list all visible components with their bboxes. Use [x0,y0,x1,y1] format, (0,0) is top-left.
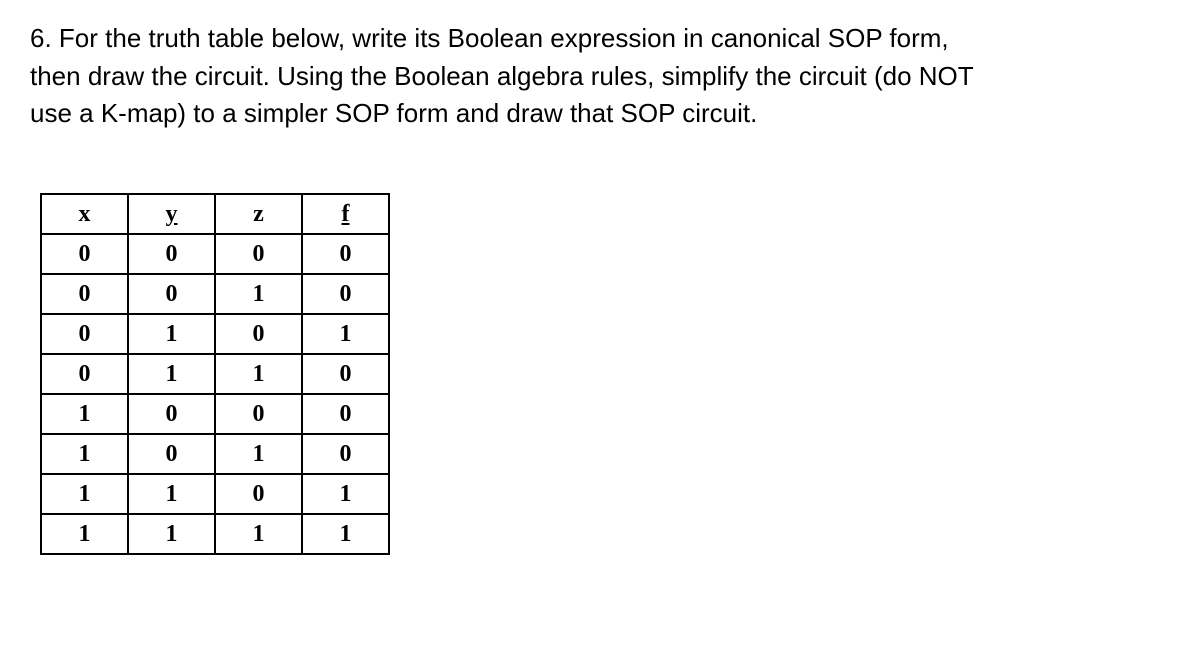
table-row: 1 1 0 1 [41,474,389,514]
cell: 0 [128,394,215,434]
cell: 1 [215,434,302,474]
cell: 1 [41,474,128,514]
cell: 0 [128,234,215,274]
cell: 0 [41,354,128,394]
cell: 0 [215,474,302,514]
cell: 1 [215,274,302,314]
cell: 0 [302,394,389,434]
cell: 1 [41,394,128,434]
cell: 0 [302,354,389,394]
cell: 0 [302,234,389,274]
question-line-2: then draw the circuit. Using the Boolean… [30,58,1162,96]
cell: 1 [302,314,389,354]
table-row: 0 0 0 0 [41,234,389,274]
col-header-f: f [302,194,389,234]
cell: 0 [302,434,389,474]
table-row: 1 0 0 0 [41,394,389,434]
table-row: 1 1 1 1 [41,514,389,554]
table-row: 0 1 1 0 [41,354,389,394]
cell: 1 [41,434,128,474]
col-header-y: y [128,194,215,234]
question-line-1: 6. For the truth table below, write its … [30,20,1162,58]
cell: 0 [215,234,302,274]
cell: 1 [215,354,302,394]
question-line-3: use a K-map) to a simpler SOP form and d… [30,95,1162,133]
cell: 1 [128,314,215,354]
cell: 0 [215,314,302,354]
table-row: 1 0 1 0 [41,434,389,474]
cell: 1 [128,354,215,394]
col-header-x: x [41,194,128,234]
cell: 1 [41,514,128,554]
table-row: 0 0 1 0 [41,274,389,314]
cell: 0 [41,314,128,354]
cell: 0 [128,434,215,474]
cell: 1 [215,514,302,554]
truth-table: x y z f 0 0 0 0 0 0 1 0 0 1 0 1 0 1 1 0 [40,193,390,555]
table-header-row: x y z f [41,194,389,234]
cell: 0 [128,274,215,314]
cell: 0 [41,274,128,314]
table-row: 0 1 0 1 [41,314,389,354]
cell: 0 [215,394,302,434]
col-header-z: z [215,194,302,234]
cell: 1 [128,514,215,554]
cell: 1 [302,514,389,554]
cell: 1 [302,474,389,514]
question-text: 6. For the truth table below, write its … [30,20,1162,133]
cell: 0 [41,234,128,274]
cell: 0 [302,274,389,314]
cell: 1 [128,474,215,514]
